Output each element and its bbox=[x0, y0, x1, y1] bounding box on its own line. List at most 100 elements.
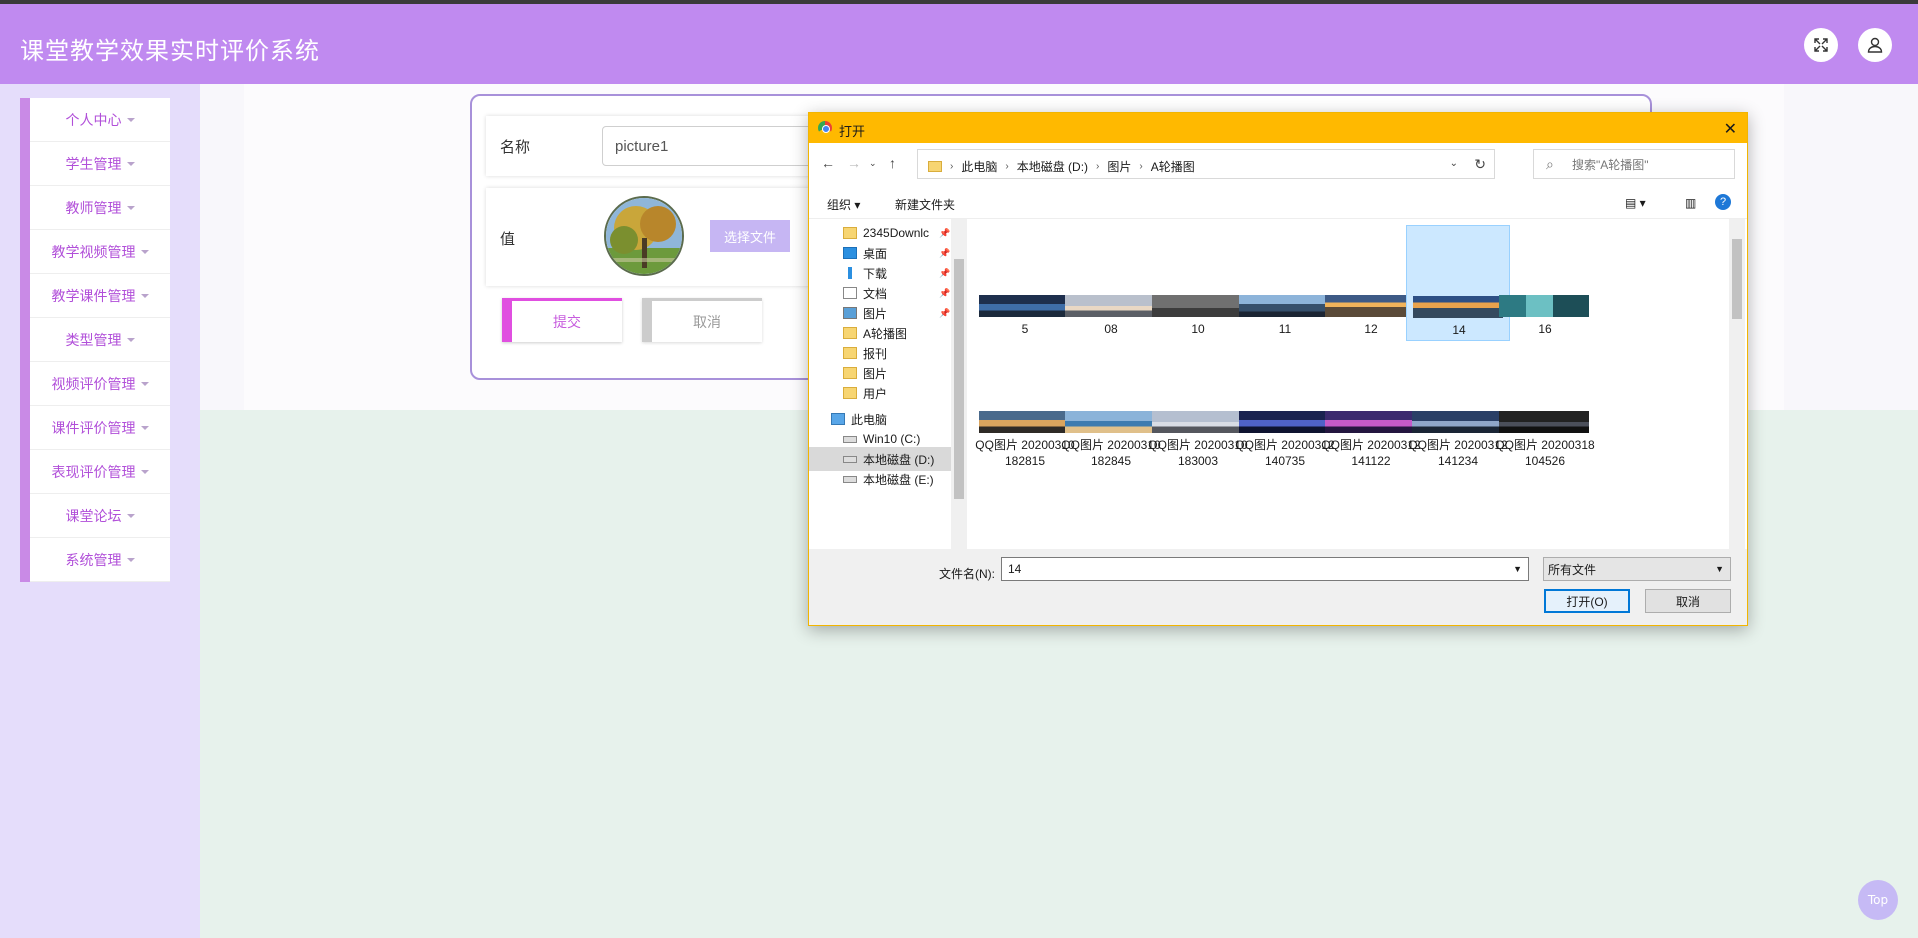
chevron-right-icon: › bbox=[950, 161, 954, 172]
up-arrow-icon[interactable]: ↑ bbox=[889, 155, 896, 171]
sidebar-item-system[interactable]: 系统管理 bbox=[30, 538, 170, 582]
back-arrow-icon[interactable]: ← bbox=[821, 155, 835, 171]
filename-input[interactable]: 14 ▼ bbox=[1001, 557, 1529, 581]
nav-item-label: 桌面 bbox=[863, 246, 888, 261]
scrollbar-thumb[interactable] bbox=[1732, 239, 1742, 319]
sidebar-item-courseware[interactable]: 教学课件管理 bbox=[30, 274, 170, 318]
nav-item-label: 报刊 bbox=[863, 346, 888, 361]
caret-down-icon bbox=[126, 205, 135, 210]
close-icon[interactable]: ✕ bbox=[1724, 119, 1737, 139]
filetype-select[interactable]: 所有文件 ▼ bbox=[1543, 557, 1731, 581]
filename-value: 14 bbox=[1008, 562, 1022, 576]
view-options-icon[interactable]: ▤ ▾ bbox=[1625, 196, 1646, 210]
pin-icon: 📌 bbox=[939, 227, 951, 238]
file-item[interactable]: 16 bbox=[1493, 225, 1597, 341]
submit-button[interactable]: 提交 bbox=[502, 298, 622, 342]
pin-icon: 📌 bbox=[939, 267, 951, 278]
dialog-titlebar[interactable]: 打开 ✕ bbox=[809, 113, 1747, 143]
app-header: 课堂教学效果实时评价系统 bbox=[0, 4, 1918, 84]
caret-down-icon bbox=[126, 557, 135, 562]
preview-pane-icon[interactable]: ▥ bbox=[1685, 196, 1696, 210]
computer-icon bbox=[831, 413, 845, 425]
drive-icon bbox=[843, 435, 857, 443]
recent-locations-icon[interactable]: ⌄ bbox=[869, 158, 877, 169]
sidebar-item-label: 系统管理 bbox=[65, 552, 122, 569]
folder-icon bbox=[843, 227, 857, 239]
folder-icon bbox=[843, 347, 857, 359]
image-thumbnail bbox=[1239, 411, 1329, 433]
cancel-button[interactable]: 取消 bbox=[642, 298, 762, 342]
user-menu-button[interactable] bbox=[1858, 28, 1892, 62]
breadcrumb-pictures[interactable]: 图片 bbox=[1107, 158, 1131, 175]
new-folder-button[interactable]: 新建文件夹 bbox=[895, 196, 955, 213]
nav-item[interactable]: 用户 bbox=[809, 381, 951, 405]
search-input[interactable]: ⌕ 搜索"A轮播图" bbox=[1533, 149, 1735, 179]
refresh-icon[interactable]: ↻ bbox=[1474, 156, 1486, 173]
folder-icon bbox=[843, 387, 857, 399]
caret-down-icon bbox=[126, 513, 135, 518]
nav-item-label: 用户 bbox=[863, 386, 888, 401]
sidebar-menu: 个人中心 学生管理 教师管理 教学视频管理 教学课件管理 类型管理 视频评价管理… bbox=[20, 98, 170, 582]
breadcrumb-drive-d[interactable]: 本地磁盘 (D:) bbox=[1017, 158, 1088, 175]
sidebar-item-forum[interactable]: 课堂论坛 bbox=[30, 494, 170, 538]
forward-arrow-icon[interactable]: → bbox=[847, 155, 861, 171]
file-list-scrollbar[interactable] bbox=[1729, 219, 1745, 549]
sidebar-item-label: 教学视频管理 bbox=[51, 244, 136, 261]
sidebar-item-teaching-videos[interactable]: 教学视频管理 bbox=[30, 230, 170, 274]
nav-item-label: 本地磁盘 (E:) bbox=[863, 472, 934, 487]
sidebar-item-label: 表现评价管理 bbox=[51, 464, 136, 481]
pictures-icon bbox=[843, 307, 857, 319]
nav-item-label: 2345Downlc bbox=[863, 226, 930, 240]
chevron-down-icon[interactable]: ⌄ bbox=[1450, 158, 1458, 169]
sidebar-item-label: 学生管理 bbox=[65, 156, 122, 173]
nav-item-label: 下载 bbox=[863, 266, 888, 281]
drive-icon bbox=[843, 475, 857, 483]
back-to-top-button[interactable]: Top bbox=[1858, 880, 1898, 920]
sidebar-item-courseware-reviews[interactable]: 课件评价管理 bbox=[30, 406, 170, 450]
help-icon[interactable]: ? bbox=[1715, 194, 1731, 210]
sidebar-item-label: 教学课件管理 bbox=[51, 288, 136, 305]
folder-icon bbox=[843, 367, 857, 379]
navigation-pane: 2345Downlc 📌 桌面 📌 下载 📌 文档 📌 图片 📌 A轮播图 报刊 图片 用户 此电脑 Win1… bbox=[809, 219, 967, 549]
nav-item-label: A轮播图 bbox=[863, 326, 908, 341]
breadcrumb: › 此电脑 › 本地磁盘 (D:) › 图片 › A轮播图 bbox=[928, 158, 1195, 175]
fullscreen-button[interactable] bbox=[1804, 28, 1838, 62]
caret-down-icon bbox=[140, 469, 149, 474]
sidebar-item-label: 课件评价管理 bbox=[51, 420, 136, 437]
address-bar[interactable]: › 此电脑 › 本地磁盘 (D:) › 图片 › A轮播图 ⌄ ↻ bbox=[917, 149, 1495, 179]
sidebar-item-video-reviews[interactable]: 视频评价管理 bbox=[30, 362, 170, 406]
file-open-dialog: 打开 ✕ ← → ⌄ ↑ › 此电脑 › 本地磁盘 (D:) › 图片 › A轮… bbox=[808, 112, 1748, 626]
breadcrumb-carousel[interactable]: A轮播图 bbox=[1151, 158, 1195, 175]
value-label: 值 bbox=[500, 230, 516, 248]
dialog-cancel-button[interactable]: 取消 bbox=[1645, 589, 1731, 613]
sidebar-item-personal-center[interactable]: 个人中心 bbox=[30, 98, 170, 142]
sidebar-item-teachers[interactable]: 教师管理 bbox=[30, 186, 170, 230]
sidebar-item-students[interactable]: 学生管理 bbox=[30, 142, 170, 186]
organize-button[interactable]: 组织 ▾ bbox=[827, 196, 860, 213]
chevron-right-icon: › bbox=[1005, 161, 1009, 172]
dialog-navbar: ← → ⌄ ↑ › 此电脑 › 本地磁盘 (D:) › 图片 › A轮播图 ⌄ … bbox=[809, 143, 1747, 185]
file-item[interactable]: QQ图片 20200318104526 bbox=[1493, 399, 1597, 483]
sidebar-item-types[interactable]: 类型管理 bbox=[30, 318, 170, 362]
scrollbar-thumb[interactable] bbox=[954, 259, 964, 499]
sidebar-item-label: 教师管理 bbox=[65, 200, 122, 217]
image-thumbnail bbox=[1499, 411, 1589, 433]
caret-down-icon bbox=[126, 161, 135, 166]
image-thumbnail bbox=[1065, 295, 1155, 317]
open-button[interactable]: 打开(O) bbox=[1544, 589, 1630, 613]
navigation-scrollbar[interactable] bbox=[951, 219, 967, 549]
nav-item[interactable]: 本地磁盘 (E:) bbox=[809, 467, 951, 491]
caret-down-icon bbox=[140, 249, 149, 254]
caret-down-icon bbox=[140, 293, 149, 298]
breadcrumb-this-pc[interactable]: 此电脑 bbox=[961, 158, 997, 175]
name-label: 名称 bbox=[500, 138, 531, 156]
sidebar-item-performance-reviews[interactable]: 表现评价管理 bbox=[30, 450, 170, 494]
desktop-icon bbox=[843, 247, 857, 259]
chrome-icon bbox=[818, 121, 832, 135]
pin-icon: 📌 bbox=[939, 307, 951, 318]
filename-label: 文件名(N): bbox=[939, 567, 995, 581]
nav-item-label: 此电脑 bbox=[851, 412, 888, 427]
image-thumbnail bbox=[1152, 295, 1242, 317]
choose-file-button[interactable]: 选择文件 bbox=[710, 220, 790, 252]
chevron-down-icon[interactable]: ▼ bbox=[1513, 564, 1522, 574]
